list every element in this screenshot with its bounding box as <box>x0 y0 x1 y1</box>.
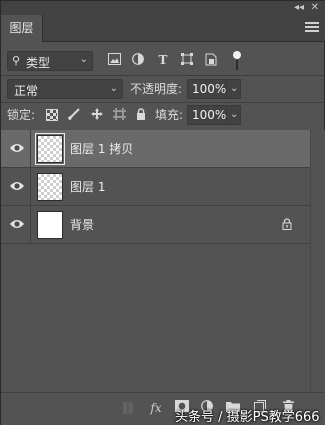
lock-transparent-pixels-icon[interactable] <box>45 108 59 122</box>
layer-thumbnail[interactable] <box>37 211 63 239</box>
layer-filter-row: ⚲ 类型 ⌄ T <box>1 48 325 74</box>
blend-mode-value: 正常 <box>14 84 39 98</box>
opacity-value: 100% <box>192 82 227 96</box>
fx-icon[interactable]: fx <box>148 400 164 416</box>
fill-input[interactable]: 100% <box>187 105 227 125</box>
chevron-down-icon: ⌄ <box>230 83 239 94</box>
layer-name[interactable]: 背景 <box>70 216 94 233</box>
lock-position-icon[interactable] <box>90 108 104 122</box>
collapse-panel-icon[interactable]: ◂◂ <box>294 1 304 15</box>
layer-row[interactable]: 图层 1 <box>1 168 310 206</box>
tab-layers[interactable]: 图层 <box>1 15 43 42</box>
layer-row[interactable]: 背景 <box>1 206 310 244</box>
visibility-eye-icon[interactable] <box>9 142 25 154</box>
lock-image-pixels-icon[interactable] <box>67 108 81 122</box>
lock-label: 锁定: <box>7 108 36 122</box>
lock-icon[interactable] <box>282 218 294 230</box>
layer-thumbnail[interactable] <box>37 173 63 201</box>
lock-artboard-icon[interactable] <box>112 108 126 122</box>
visibility-eye-icon[interactable] <box>9 180 25 192</box>
adjustment-filter-icon[interactable] <box>131 53 145 67</box>
opacity-input[interactable]: 100% <box>187 79 227 99</box>
chevron-down-icon: ⌄ <box>230 109 239 120</box>
layer-name[interactable]: 图层 1 <box>70 178 105 195</box>
filter-toggle-switch[interactable] <box>233 51 241 71</box>
image-filter-icon[interactable] <box>107 53 121 67</box>
lock-all-icon[interactable] <box>134 108 148 122</box>
filter-kind-select[interactable]: ⚲ 类型 ⌄ <box>7 51 93 71</box>
divider <box>30 168 31 206</box>
visibility-eye-icon[interactable] <box>9 218 25 230</box>
layer-row[interactable]: 图层 1 拷贝 <box>1 130 310 168</box>
opacity-label: 不透明度: <box>130 82 183 96</box>
fill-value: 100% <box>192 108 227 122</box>
divider <box>1 75 325 76</box>
chevron-down-icon: ⌄ <box>109 83 118 94</box>
divider <box>30 130 31 168</box>
layer-thumbnail[interactable] <box>35 133 65 165</box>
layers-scrollbar[interactable] <box>310 130 325 392</box>
smart-object-filter-icon[interactable] <box>204 53 218 67</box>
divider <box>30 206 31 244</box>
fill-label: 填充: <box>155 108 184 122</box>
link-layers-icon[interactable]: ⛓ <box>120 400 136 416</box>
shape-filter-icon[interactable] <box>180 53 194 67</box>
watermark-text: 头条号 / 摄影PS教学666 <box>175 410 320 425</box>
divider <box>1 102 325 103</box>
panel-bottom-bar: ⛓ fx 头条号 / 摄影PS教学666 <box>1 392 325 425</box>
layers-panel: ◂◂ ✕ 图层 ⚲ 类型 ⌄ T 正常 ⌄ 不透明度: 100% ⌄ 锁定: 填… <box>0 0 325 425</box>
fill-slider-button[interactable]: ⌄ <box>226 105 241 125</box>
layer-name[interactable]: 图层 1 拷贝 <box>70 140 133 157</box>
lock-row: 锁定: 填充: 100% ⌄ <box>1 104 325 128</box>
panel-tab-row: 图层 <box>1 15 325 42</box>
chevron-down-icon: ⌄ <box>79 54 88 65</box>
blend-row: 正常 ⌄ 不透明度: 100% ⌄ <box>1 77 325 101</box>
type-filter-icon[interactable]: T <box>156 53 170 67</box>
opacity-slider-button[interactable]: ⌄ <box>226 79 241 99</box>
panel-top-bar: ◂◂ ✕ <box>1 1 325 15</box>
panel-menu-icon[interactable] <box>305 22 319 34</box>
blend-mode-select[interactable]: 正常 ⌄ <box>7 79 123 99</box>
filter-kind-label: 类型 <box>26 56 51 70</box>
layers-list: 图层 1 拷贝 图层 1 背景 <box>1 130 325 392</box>
search-icon: ⚲ <box>12 54 21 67</box>
close-panel-icon[interactable]: ✕ <box>311 1 319 15</box>
